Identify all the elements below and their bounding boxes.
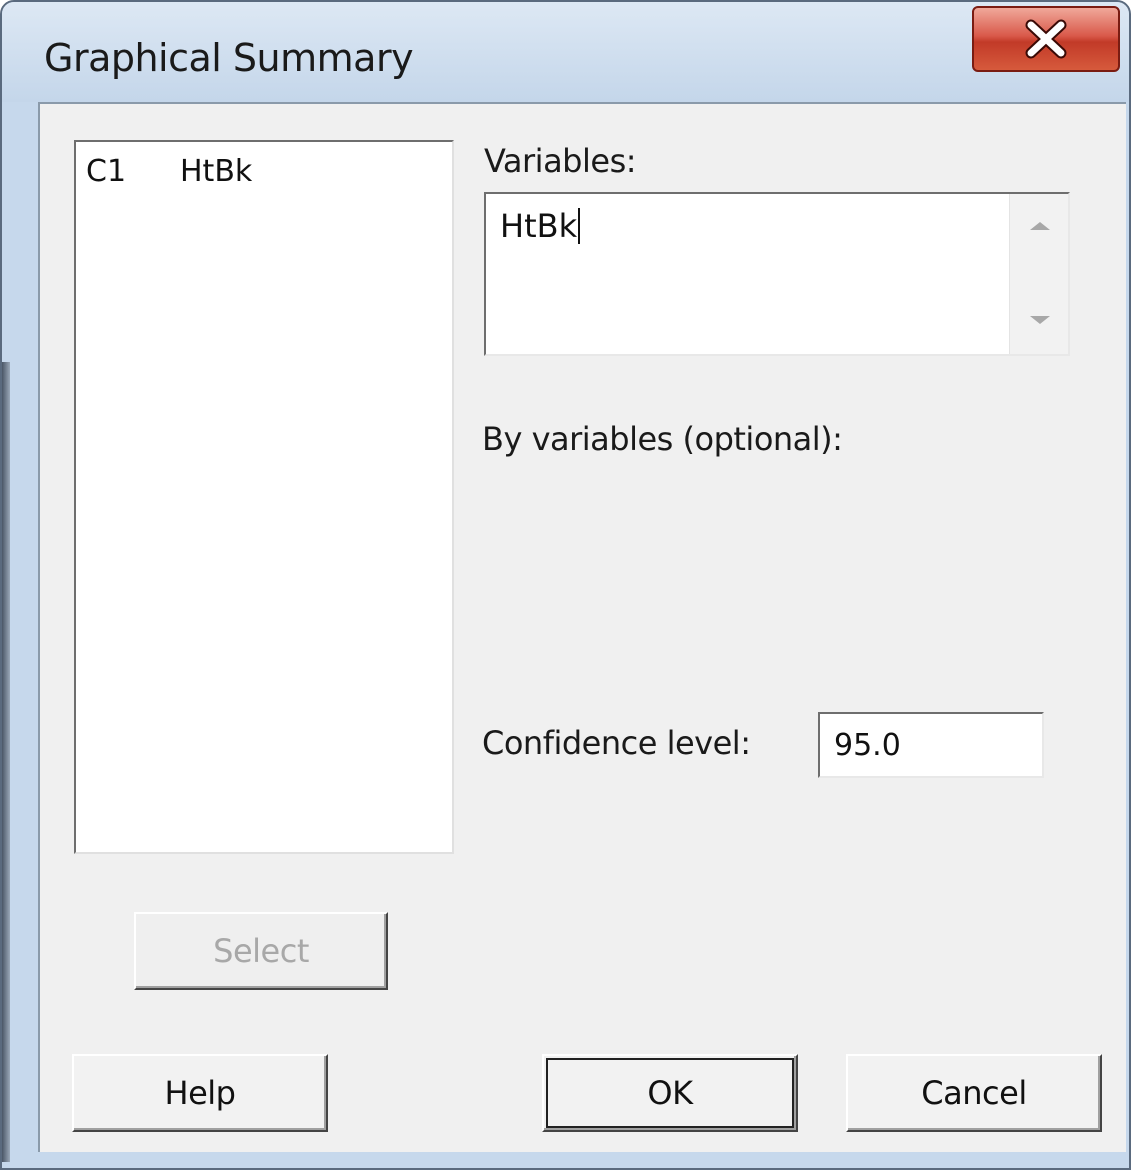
scroll-up-arrow-icon[interactable] [1030, 222, 1050, 230]
help-button[interactable]: Help [72, 1054, 328, 1132]
variables-label: Variables: [484, 142, 637, 180]
dialog-body: C1 HtBk Variables: HtBk By variables (op… [38, 102, 1126, 1152]
ok-button[interactable]: OK [542, 1054, 798, 1132]
confidence-level-input[interactable] [818, 712, 1044, 778]
cancel-button[interactable]: Cancel [846, 1054, 1102, 1132]
window-title: Graphical Summary [44, 36, 414, 80]
title-bar[interactable]: Graphical Summary [2, 2, 1129, 102]
list-item[interactable]: C1 HtBk [86, 154, 252, 189]
variables-value: HtBk [500, 208, 581, 244]
window-edge [2, 362, 10, 1162]
close-button[interactable] [972, 6, 1120, 72]
scroll-down-arrow-icon[interactable] [1030, 316, 1050, 324]
close-icon [1025, 19, 1067, 59]
variables-scrollbar[interactable] [1009, 194, 1068, 354]
column-id: C1 [86, 154, 127, 189]
confidence-level-label: Confidence level: [482, 724, 751, 762]
columns-listbox[interactable]: C1 HtBk [74, 140, 454, 854]
column-name: HtBk [180, 154, 253, 189]
select-button[interactable]: Select [134, 912, 388, 990]
by-variables-label: By variables (optional): [482, 420, 843, 458]
dialog-window: Graphical Summary C1 HtBk Variables: HtB… [0, 0, 1131, 1170]
variables-field[interactable]: HtBk [484, 192, 1070, 356]
